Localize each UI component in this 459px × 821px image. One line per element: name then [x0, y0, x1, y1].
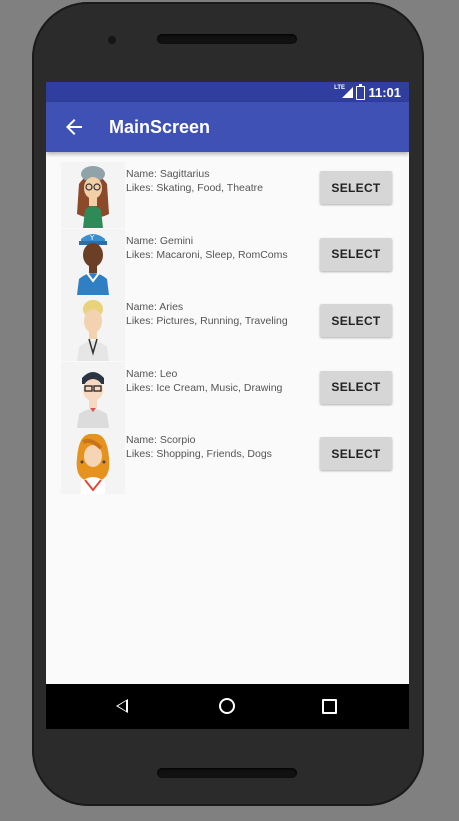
svg-text:Y: Y: [89, 234, 95, 242]
character-likes: Likes: Pictures, Running, Traveling: [126, 315, 288, 327]
signal-icon: [342, 87, 353, 98]
select-button[interactable]: SELECT: [320, 237, 392, 271]
front-camera: [108, 36, 116, 44]
page-title: MainScreen: [109, 117, 211, 137]
list-item: Y Name: Gemini Likes: Macaroni, Sleep, R…: [46, 228, 409, 296]
character-likes: Likes: Macaroni, Sleep, RomComs: [126, 248, 288, 261]
list-item: Name: Sagittarius Likes: Skating, Food, …: [46, 162, 409, 229]
list-item: Name: Scorpio Likes: Shopping, Friends, …: [46, 428, 409, 495]
character-name: Name: Scorpio: [126, 434, 196, 446]
character-likes: Likes: Ice Cream, Music, Drawing: [126, 381, 283, 394]
avatar: [61, 428, 125, 494]
character-name: Name: Aries: [126, 301, 184, 313]
top-speaker: [157, 34, 297, 44]
status-bar: LTE 11:01: [46, 82, 409, 102]
select-button[interactable]: SELECT: [320, 437, 392, 470]
bottom-speaker: [157, 768, 297, 778]
nav-recents-icon[interactable]: [322, 699, 337, 714]
select-button[interactable]: SELECT: [320, 171, 392, 204]
status-time: 11:01: [368, 85, 401, 100]
character-name: Name: Sagittarius: [126, 168, 210, 180]
avatar: [61, 162, 125, 228]
avatar: [61, 295, 125, 361]
navigation-bar: [46, 684, 409, 729]
character-name: Name: Leo: [126, 367, 178, 380]
select-button[interactable]: SELECT: [320, 370, 392, 404]
nav-home-icon[interactable]: [219, 698, 235, 714]
list-item: Name: Aries Likes: Pictures, Running, Tr…: [46, 295, 409, 362]
battery-icon: [356, 84, 365, 100]
character-likes: Likes: Shopping, Friends, Dogs: [126, 448, 272, 460]
character-list: Name: Sagittarius Likes: Skating, Food, …: [46, 162, 409, 495]
select-button[interactable]: SELECT: [320, 304, 392, 337]
list-item: Name: Leo Likes: Ice Cream, Music, Drawi…: [46, 361, 409, 429]
arrow-back-icon[interactable]: [62, 115, 86, 139]
nav-back-icon[interactable]: [116, 699, 128, 713]
character-likes: Likes: Skating, Food, Theatre: [126, 182, 263, 194]
avatar: Y: [61, 228, 125, 295]
character-name: Name: Gemini: [126, 234, 194, 247]
app-bar: MainScreen: [46, 102, 409, 152]
screen: LTE 11:01 MainScreen Name: Sagittarius L…: [46, 82, 409, 729]
avatar: [61, 361, 125, 428]
